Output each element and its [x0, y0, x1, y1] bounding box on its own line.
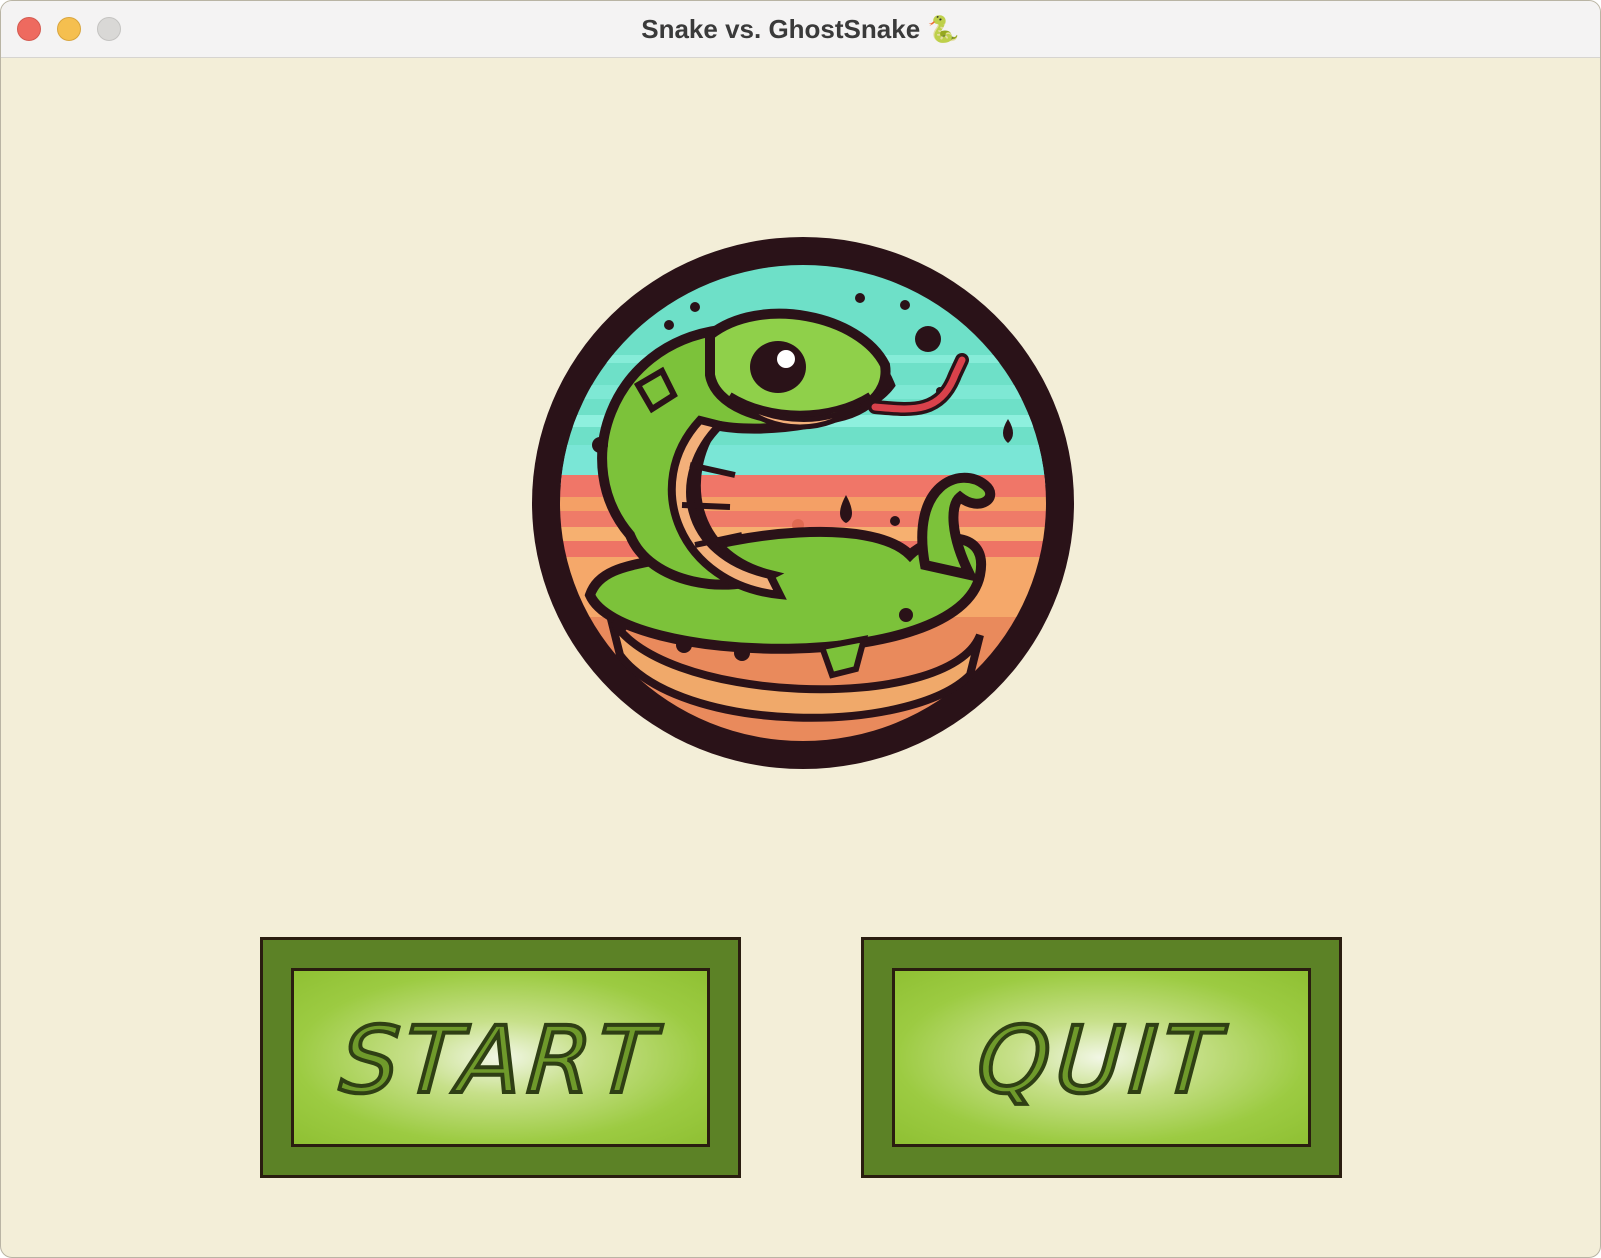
start-button-face: START — [291, 968, 710, 1147]
quit-button-face: QUIT — [892, 968, 1311, 1147]
quit-button[interactable]: QUIT — [861, 937, 1342, 1178]
title-bar: Snake vs. GhostSnake 🐍 — [1, 1, 1600, 58]
start-button-label: START — [335, 1005, 666, 1116]
quit-button-label: QUIT — [972, 1005, 1231, 1116]
window-title: Snake vs. GhostSnake 🐍 — [641, 14, 960, 44]
start-button[interactable]: START — [260, 937, 741, 1178]
snake-logo-icon — [532, 237, 1074, 769]
game-window: Snake vs. GhostSnake 🐍 START QUIT — [0, 0, 1601, 1258]
